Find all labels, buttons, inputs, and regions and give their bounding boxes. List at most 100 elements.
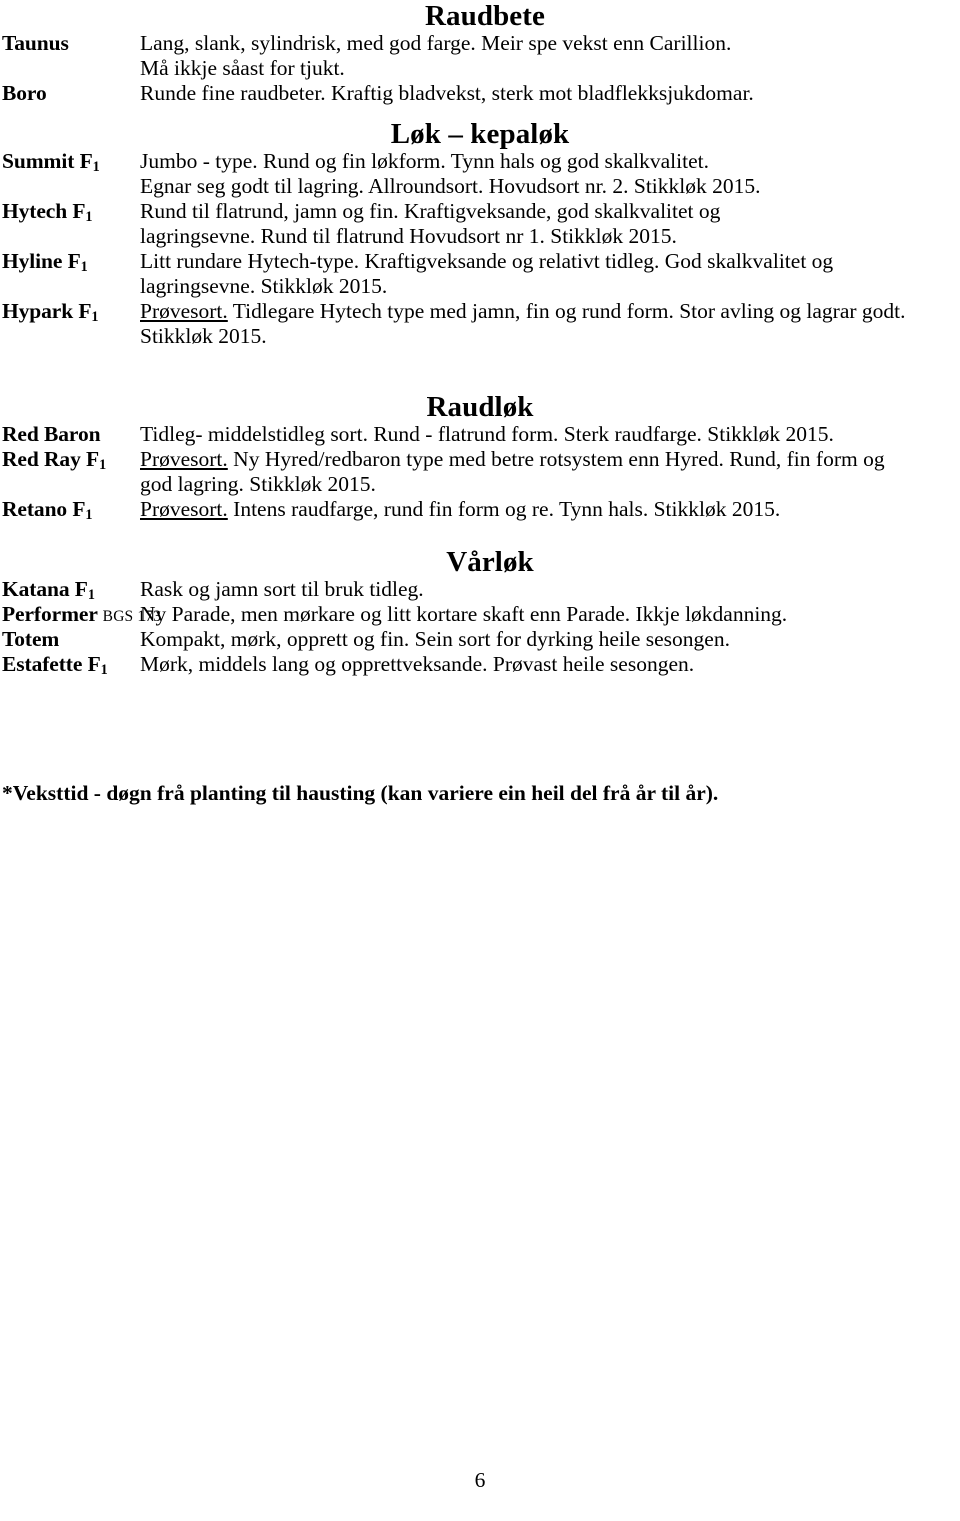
variety-row: Retano F1 Prøvesort. Intens raudfarge, r…	[0, 497, 960, 522]
variety-name: Hyline F1	[2, 249, 140, 274]
variety-name: Estafette F1	[2, 652, 140, 677]
variety-row: Totem Kompakt, mørk, opprett og fin. Sei…	[0, 627, 960, 652]
hybrid-subscript: 1	[92, 159, 100, 176]
variety-list-lok: Summit F1 Jumbo - type. Rund og fin løkf…	[0, 149, 960, 349]
variety-name-text: Summit	[2, 149, 75, 173]
variety-name: Summit F1	[2, 149, 140, 174]
description-line: Tidleg- middelstidleg sort. Rund - flatr…	[140, 422, 834, 446]
section-heading-varlok: Vårløk	[446, 546, 534, 578]
variety-name: Hypark F1	[2, 299, 140, 324]
variety-description: Rund til flatrund, jamn og fin. Kraftigv…	[140, 199, 960, 249]
section-heading-raudbete: Raudbete	[424, 0, 546, 32]
variety-breeder-code: BGS 173	[102, 608, 162, 625]
variety-name-text: Boro	[2, 81, 47, 105]
description-line: Mørk, middels lang og opprettveksande. P…	[140, 652, 695, 676]
variety-hybrid-marker: F1	[72, 497, 93, 524]
document-page: Raudbete Taunus Lang, slank, sylindrisk,…	[0, 0, 960, 1521]
variety-description: Lang, slank, sylindrisk, med god farge. …	[140, 31, 960, 81]
variety-name-text: Katana	[2, 577, 70, 601]
variety-description: Jumbo - type. Rund og fin løkform. Tynn …	[140, 149, 960, 199]
page-number: 6	[474, 1468, 486, 1492]
variety-name-text: Red Ray	[2, 447, 81, 471]
variety-name-text: Estafette	[2, 652, 83, 676]
description-line: Jumbo - type. Rund og fin løkform. Tynn …	[140, 149, 709, 173]
hybrid-subscript: 1	[87, 587, 95, 604]
description-line-rest: Tidlegare Hytech type med jamn, fin og r…	[227, 299, 906, 323]
hybrid-subscript: 1	[91, 309, 99, 326]
variety-name-text: Performer	[2, 602, 98, 626]
variety-name: Totem	[2, 627, 140, 652]
hybrid-subscript: 1	[85, 507, 93, 524]
variety-row: Red Ray F1 Prøvesort. Ny Hyred/redbaron …	[0, 447, 960, 497]
variety-description: Ny Parade, men mørkare og litt kortare s…	[140, 602, 960, 627]
description-line: Prøvesort. Tidlegare Hytech type med jam…	[140, 299, 960, 324]
variety-hybrid-marker: F1	[72, 199, 93, 226]
variety-name-text: Retano	[2, 497, 68, 521]
variety-list-varlok: Katana F1 Rask og jamn sort til bruk tid…	[0, 577, 960, 677]
description-line: Litt rundare Hytech-type. Kraftigveksand…	[140, 249, 834, 273]
variety-row: Katana F1 Rask og jamn sort til bruk tid…	[0, 577, 960, 602]
variety-name: Red Baron	[2, 422, 140, 447]
description-line: lagringsevne. Stikkløk 2015.	[140, 274, 388, 298]
description-line: Ny Parade, men mørkare og litt kortare s…	[140, 602, 788, 626]
variety-name: Boro	[2, 81, 140, 106]
section-heading-raudlok: Raudløk	[426, 391, 534, 423]
variety-name: Performer BGS 173	[2, 602, 161, 629]
description-line: Lang, slank, sylindrisk, med god farge. …	[140, 31, 732, 55]
variety-hybrid-marker: F1	[74, 577, 95, 604]
hybrid-subscript: 1	[100, 662, 108, 679]
description-line-rest: Ny Hyred/redbaron type med betre rotsyst…	[227, 447, 885, 471]
variety-name-text: Hyline	[2, 249, 63, 273]
footnote-spacer	[0, 677, 960, 781]
variety-row: Hyline F1 Litt rundare Hytech-type. Kraf…	[0, 249, 960, 299]
description-line: Egnar seg godt til lagring. Allroundsort…	[140, 174, 761, 198]
variety-list-raudlok: Red Baron Tidleg- middelstidleg sort. Ru…	[0, 422, 960, 522]
variety-hybrid-marker: F1	[78, 299, 99, 326]
variety-name-text: Taunus	[2, 31, 69, 55]
variety-name: Taunus	[2, 31, 140, 56]
description-line: Rask og jamn sort til bruk tidleg.	[140, 577, 424, 601]
variety-hybrid-marker: F1	[87, 652, 108, 679]
description-line: lagringsevne. Rund til flatrund Hovudsor…	[140, 224, 677, 248]
description-line-rest: Intens raudfarge, rund fin form og re. T…	[227, 497, 781, 521]
variety-hybrid-marker: F1	[67, 249, 88, 276]
description-line: Stikkløk 2015.	[140, 324, 267, 348]
variety-name: Retano F1	[2, 497, 140, 522]
hybrid-subscript: 1	[99, 457, 107, 474]
footnote-veksttid: *Veksttid - døgn frå planting til hausti…	[2, 781, 719, 805]
variety-hybrid-marker: F1	[79, 149, 100, 176]
variety-hybrid-marker: F1	[86, 447, 107, 474]
variety-description: Prøvesort. Intens raudfarge, rund fin fo…	[140, 497, 960, 522]
variety-description: Mørk, middels lang og opprettveksande. P…	[140, 652, 960, 677]
trial-variety-marker: Prøvesort.	[140, 299, 228, 323]
trial-variety-marker: Prøvesort.	[140, 447, 228, 471]
variety-name: Red Ray F1	[2, 447, 140, 472]
section-heading-lok-kepalok: Løk – kepaløk	[390, 118, 570, 150]
variety-row: Hypark F1 Prøvesort. Tidlegare Hytech ty…	[0, 299, 960, 349]
variety-row: Summit F1 Jumbo - type. Rund og fin løkf…	[0, 149, 960, 199]
variety-name-text: Red Baron	[2, 422, 101, 446]
variety-row: Boro Runde fine raudbeter. Kraftig bladv…	[0, 81, 960, 106]
description-line: Må ikkje såast for tjukt.	[140, 56, 345, 80]
description-line: Prøvesort. Ny Hyred/redbaron type med be…	[140, 447, 960, 472]
variety-description: Tidleg- middelstidleg sort. Rund - flatr…	[140, 422, 960, 447]
variety-row: Estafette F1 Mørk, middels lang og oppre…	[0, 652, 960, 677]
variety-description: Rask og jamn sort til bruk tidleg.	[140, 577, 960, 602]
description-line: Runde fine raudbeter. Kraftig bladvekst,…	[140, 81, 754, 105]
variety-name-text: Hytech	[2, 199, 68, 223]
variety-row: Taunus Lang, slank, sylindrisk, med god …	[0, 31, 960, 81]
variety-name: Katana F1	[2, 577, 140, 602]
hybrid-subscript: 1	[80, 259, 88, 276]
variety-row: Hytech F1 Rund til flatrund, jamn og fin…	[0, 199, 960, 249]
description-line: Prøvesort. Intens raudfarge, rund fin fo…	[140, 497, 960, 522]
variety-description: Prøvesort. Tidlegare Hytech type med jam…	[140, 299, 960, 349]
variety-description: Prøvesort. Ny Hyred/redbaron type med be…	[140, 447, 960, 497]
variety-description: Runde fine raudbeter. Kraftig bladvekst,…	[140, 81, 960, 106]
description-line: god lagring. Stikkløk 2015.	[140, 472, 376, 496]
hybrid-subscript: 1	[85, 209, 93, 226]
variety-name: Hytech F1	[2, 199, 140, 224]
variety-list-raudbete: Taunus Lang, slank, sylindrisk, med god …	[0, 31, 960, 106]
description-line: Rund til flatrund, jamn og fin. Kraftigv…	[140, 199, 721, 223]
